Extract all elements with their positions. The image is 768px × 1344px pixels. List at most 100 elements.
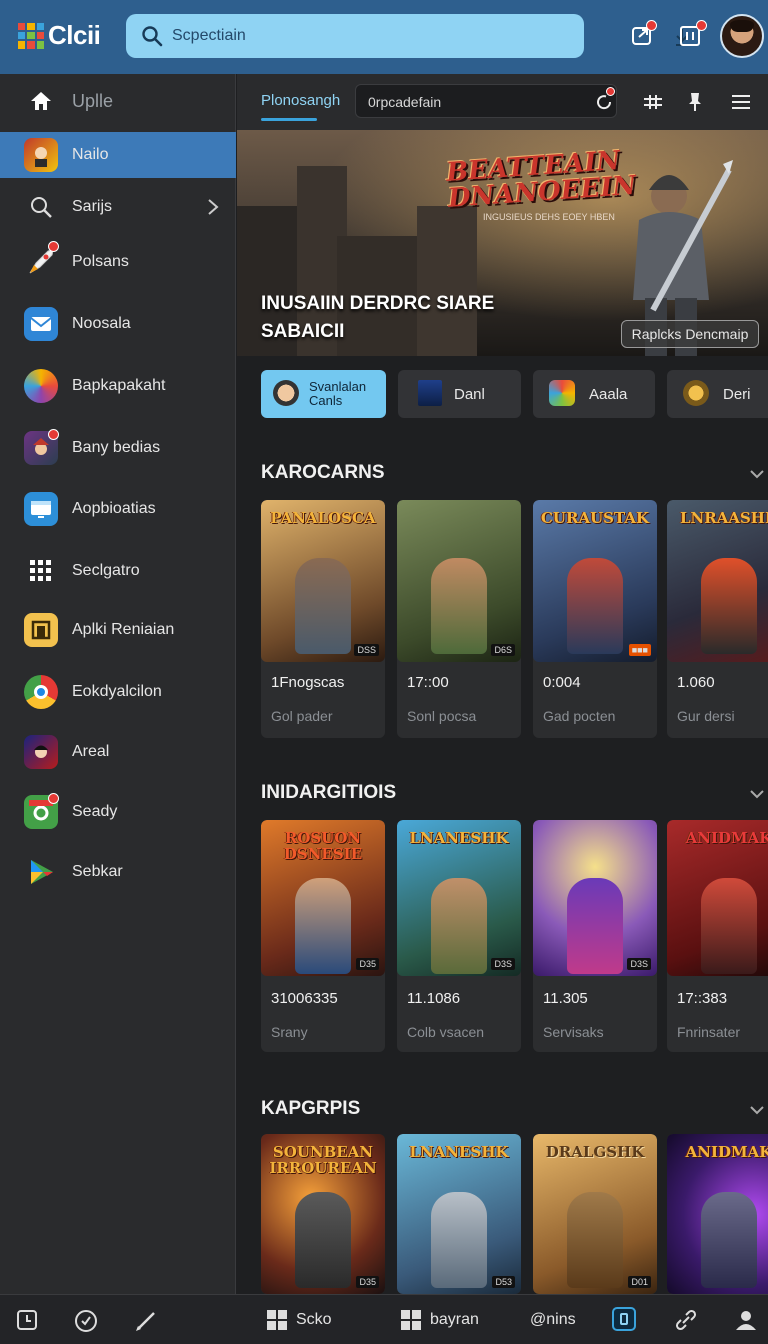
chip-danl[interactable]: Danl	[398, 370, 521, 418]
sidebar-item-label: Noosala	[72, 315, 131, 332]
cover-figure	[701, 1192, 757, 1288]
sidebar-item-label: Seclgatro	[72, 562, 140, 579]
chrome-icon	[24, 675, 58, 709]
app-logo-text: Clcii	[48, 20, 101, 50]
chip-deri[interactable]: Deri	[667, 370, 768, 418]
sidebar-item-label: Bany bedias	[72, 439, 161, 456]
gate-icon	[24, 613, 58, 647]
game-card[interactable]: PANALOSCA DSS 1Fnogscas Gol pader	[261, 500, 385, 738]
cover-tag: D01	[628, 1276, 651, 1288]
user-icon[interactable]	[734, 1308, 758, 1332]
cover-figure	[295, 878, 351, 974]
taskbar-item-nins[interactable]: @nins	[530, 1307, 576, 1333]
filter-input[interactable]	[368, 91, 578, 113]
sidebar-item-label: Aopbioatias	[72, 500, 156, 517]
section-title: KAPGRPIS	[261, 1098, 361, 1119]
link-icon[interactable]	[674, 1308, 698, 1332]
chip-label: Aaala	[589, 385, 628, 403]
notification-badge	[48, 429, 59, 440]
cover-figure	[567, 558, 623, 654]
card-subtitle: Gur dersi	[677, 708, 735, 724]
bottom-taskbar: Scko bayran @nins	[0, 1294, 768, 1344]
taskbar-item-bayran[interactable]: bayran	[400, 1307, 479, 1333]
category-chips: Svanlalan Canls Danl Aaala Deri	[237, 370, 768, 418]
hero-banner[interactable]: BEATTEAIN DNANOEEIN INGUSIEUS DEHS EOEY …	[237, 130, 768, 356]
notifications-button[interactable]	[678, 20, 707, 48]
cover-tag: ■■■	[628, 644, 651, 656]
card-subtitle: Colb vsacen	[407, 1024, 485, 1040]
sidebar-item-eokdyalcilon[interactable]: Eokdyalcilon	[0, 669, 236, 715]
game-card[interactable]: DRALGSHK D01	[533, 1134, 657, 1294]
avatar-icon	[273, 380, 299, 406]
notification-badge	[696, 20, 707, 31]
game-card[interactable]: LNANESHK D3S 11.1086 Colb vsacen	[397, 820, 521, 1052]
sidebar-item-nailo[interactable]: Nailo	[0, 132, 236, 178]
hero-action-button[interactable]: Raplcks Dencmaip	[621, 320, 759, 348]
pencil-icon[interactable]	[134, 1309, 158, 1333]
sidebar-item-areal[interactable]: Areal	[0, 729, 236, 775]
sidebar-item-label: Polsans	[72, 253, 129, 270]
game-card[interactable]: D6S 17::00 Sonl pocsa	[397, 500, 521, 738]
pin-icon[interactable]	[683, 90, 707, 114]
sidebar-item-sebkar[interactable]: Sebkar	[0, 849, 236, 895]
tab-active[interactable]: Plonosangh	[261, 92, 340, 109]
card-subtitle: Gol pader	[271, 708, 333, 724]
game-card[interactable]: SOUNBEAN IRROUREAN D35	[261, 1134, 385, 1294]
game-card[interactable]: D3S 11.305 Servisaks	[533, 820, 657, 1052]
card-subtitle: Servisaks	[543, 1024, 604, 1040]
sidebar-item-aopbioatias[interactable]: Aopbioatias	[0, 486, 236, 532]
chevron-down-icon[interactable]	[749, 1102, 765, 1118]
sidebar-item-seclgatro[interactable]: Seclgatro	[0, 548, 236, 594]
game-character-icon	[24, 138, 58, 172]
game-card[interactable]: LNANESHK D53	[397, 1134, 521, 1294]
game-card[interactable]: CURAUSTAK ■■■ 0:004 Gad pocten	[533, 500, 657, 738]
sidebar-item-aplki-reniaian[interactable]: Aplki Reniaian	[0, 607, 236, 653]
game-card[interactable]: ANIDMAK 17::383 Fnrinsater	[667, 820, 768, 1052]
cover-figure	[701, 878, 757, 974]
filter-icon[interactable]	[641, 90, 665, 114]
game-cover-art: PANALOSCA DSS	[261, 500, 385, 662]
user-avatar[interactable]	[720, 14, 764, 58]
sidebar-item-polsans[interactable]: Polsans	[0, 239, 236, 285]
share-button[interactable]	[630, 20, 657, 48]
chip-svanlalan-canls[interactable]: Svanlalan Canls	[261, 370, 386, 418]
notification-badge	[48, 793, 59, 804]
sidebar-item-bany-bedias[interactable]: Bany bedias	[0, 425, 236, 471]
game-cover-art: SOUNBEAN IRROUREAN D35	[261, 1134, 385, 1294]
taskbar-item-scko[interactable]: Scko	[266, 1307, 332, 1333]
logo-grid-icon	[18, 22, 44, 49]
mail-icon	[24, 307, 58, 341]
cover-figure	[567, 878, 623, 974]
chevron-down-icon[interactable]	[749, 786, 765, 802]
menu-icon[interactable]	[729, 90, 753, 114]
book-icon	[418, 380, 442, 406]
cover-title: CURAUSTAK	[540, 509, 650, 527]
game-card[interactable]: ROSUON DSNESIE D35 31006335 Srany	[261, 820, 385, 1052]
chevron-down-icon[interactable]	[749, 466, 765, 482]
search-input[interactable]	[172, 22, 532, 50]
app-logo[interactable]: Clcii	[18, 20, 101, 51]
chip-aaala[interactable]: Aaala	[533, 370, 655, 418]
game-card[interactable]: LNRAASHK 1.060 Gur dersi	[667, 500, 768, 738]
clock-square-icon[interactable]	[16, 1309, 38, 1331]
card-value: 11.1086	[407, 990, 461, 1007]
sidebar-item-label: Nailo	[72, 146, 109, 163]
main-content: Plonosangh BEATTEAIN DNANOEEIN INGUSIEUS…	[237, 74, 768, 1294]
hero-caption: INUSAIIN DERDRC SIARE SABAICII	[261, 293, 495, 342]
sidebar-item-home[interactable]: Uplle	[0, 78, 236, 124]
compass-icon[interactable]	[74, 1309, 98, 1333]
cover-figure	[431, 558, 487, 654]
sidebar: Uplle Nailo Sarijs Polsans Noosala Bapka…	[0, 74, 236, 1294]
game-card[interactable]: ANIDMAK	[667, 1134, 768, 1294]
sidebar-item-noosala[interactable]: Noosala	[0, 301, 236, 347]
sidebar-item-label: Eokdyalcilon	[72, 683, 162, 700]
filter-field[interactable]	[355, 84, 617, 118]
sidebar-item-seady[interactable]: Seady	[0, 789, 236, 835]
sidebar-item-search[interactable]: Sarijs	[0, 184, 236, 230]
emoji-icon	[549, 380, 575, 406]
sidebar-item-bapkapakaht[interactable]: Bapkapakaht	[0, 363, 236, 409]
search-bar[interactable]	[126, 14, 688, 58]
active-app-icon[interactable]	[612, 1307, 636, 1331]
game-cover-art: LNRAASHK	[667, 500, 768, 662]
grid-dots-icon	[24, 554, 58, 588]
